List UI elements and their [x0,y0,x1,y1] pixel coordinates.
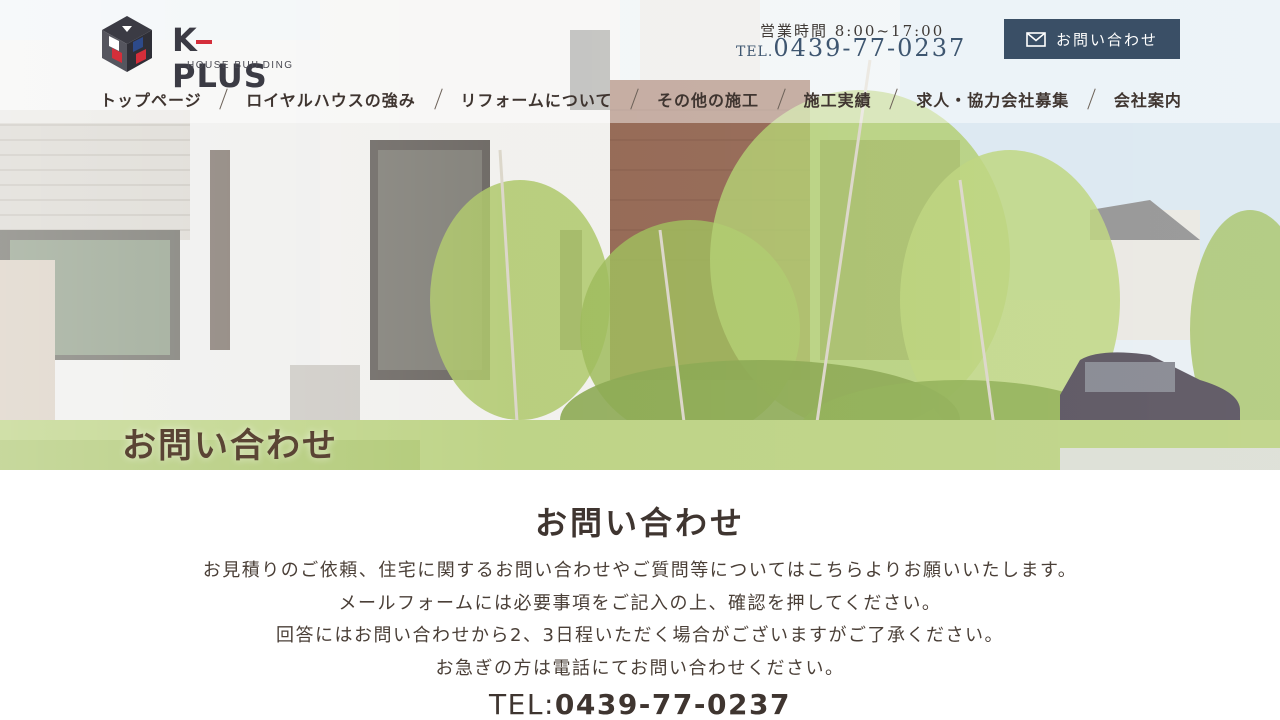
contact-button[interactable]: お問い合わせ [1004,19,1180,59]
nav-divider [630,88,639,110]
tel-number: 0439-77-0237 [773,34,967,62]
logo-subtitle: HOUSE BUILDING [187,60,294,71]
nav-item-results[interactable]: 施工実績 [804,87,872,111]
main-nav: トップページ ロイヤルハウスの強み リフォームについて その他の施工 施工実績 … [100,86,1182,112]
nav-item-reform[interactable]: リフォームについて [460,87,612,111]
intro-line: お見積りのご依頼、住宅に関するお問い合わせやご質問等についてはこちらよりお願いい… [202,560,1078,581]
contact-phone[interactable]: TEL:0439-77-0237 [0,688,1280,720]
logo-wordmark: KPLUS [172,21,268,95]
nav-divider [889,88,899,110]
nav-divider [433,88,443,110]
tel-label: TEL: [489,688,555,720]
intro-text: お見積りのご依頼、住宅に関するお問い合わせやご質問等についてはこちらよりお願いい… [0,555,1280,685]
contact-button-label: お問い合わせ [1055,30,1158,49]
intro-line: 回答にはお問い合わせから2、3日程いただく場合がございますがご了承ください。 [276,625,1004,646]
nav-item-top[interactable]: トップページ [100,87,202,111]
hero-title: お問い合わせ [122,426,338,466]
contact-intro-section: お問い合わせ お見積りのご依頼、住宅に関するお問い合わせやご質問等についてはこち… [0,470,1280,720]
mail-icon [1026,31,1046,47]
tel-label: TEL. [736,44,774,60]
logo-cube-icon [102,16,152,72]
nav-divider [777,88,786,110]
nav-divider [1087,88,1096,110]
site-logo[interactable]: KPLUS HOUSE BUILDING [100,14,300,94]
hero-banner: KPLUS HOUSE BUILDING 営業時間 8:00~17:00 TEL… [0,0,1280,470]
intro-line: メールフォームには必要事項をご記入の上、確認を押してください。 [338,592,942,614]
tel-number: 0439-77-0237 [554,688,791,720]
section-title: お問い合わせ [534,504,745,542]
header-phone[interactable]: TEL.0439-77-0237 [736,34,966,62]
nav-item-company[interactable]: 会社案内 [1114,87,1182,111]
nav-item-recruit[interactable]: 求人・協力会社募集 [916,87,1069,111]
intro-line: お急ぎの方は電話にてお問い合わせください。 [435,657,845,679]
nav-item-strengths[interactable]: ロイヤルハウスの強み [246,87,416,111]
nav-divider [219,88,229,110]
nav-item-other-works[interactable]: その他の施工 [657,87,759,111]
